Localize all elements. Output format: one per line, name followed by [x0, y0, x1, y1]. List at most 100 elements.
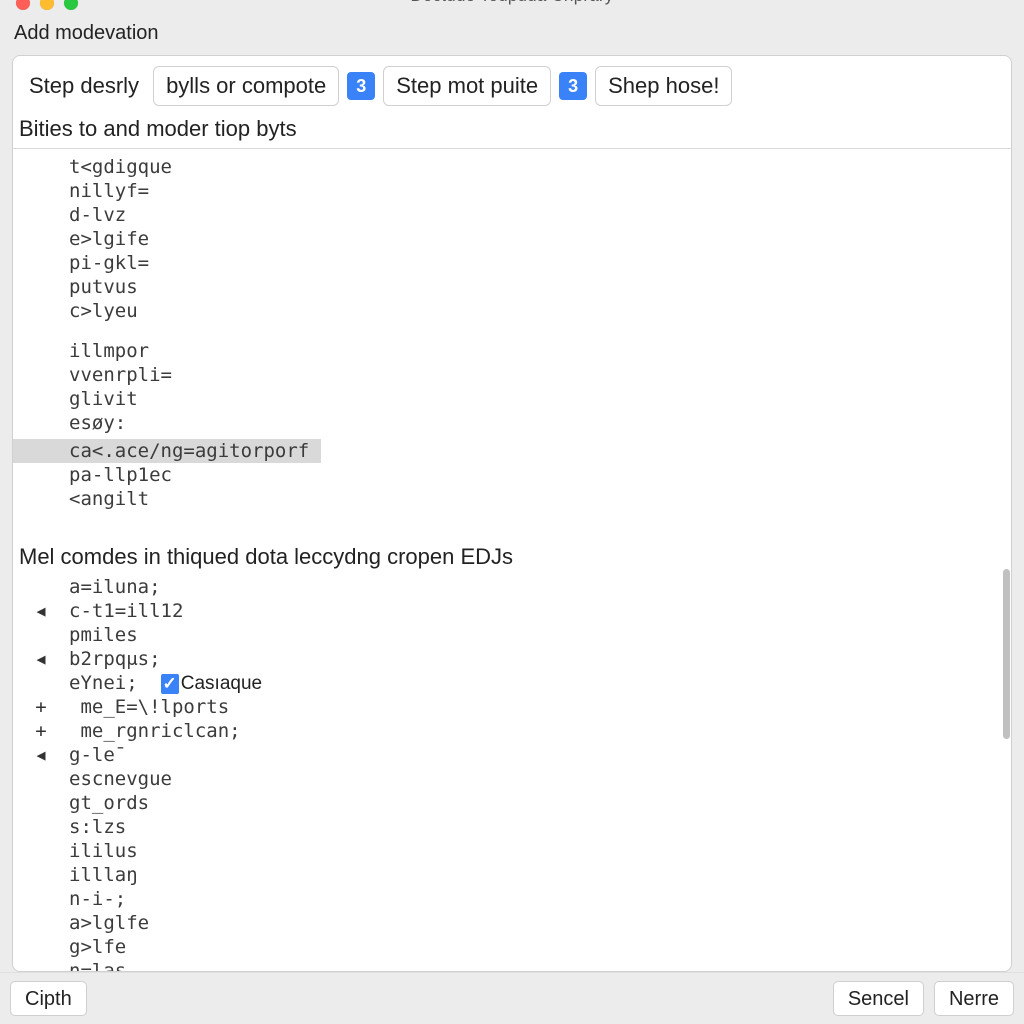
page-subtitle: Add modevation: [0, 14, 1024, 47]
code-line[interactable]: s:lzs: [13, 815, 1011, 839]
code-content: pa-llp1ec: [69, 463, 1011, 487]
step-button-2[interactable]: Step mot puite: [383, 66, 551, 106]
gutter: +: [13, 695, 69, 719]
fold-caret-icon[interactable]: ◀: [36, 647, 45, 671]
code-line[interactable]: ca<.ace/ng=agitorporf: [13, 439, 321, 463]
code-line[interactable]: ililus: [13, 839, 1011, 863]
code-content: illmpor: [69, 339, 1011, 363]
code-content: escnevgue: [69, 767, 1011, 791]
code-content: glivit: [69, 387, 1011, 411]
step-label: Step desrly: [23, 69, 145, 103]
zoom-icon[interactable]: [64, 0, 78, 10]
fold-caret-icon[interactable]: ◀: [36, 599, 45, 623]
code-line[interactable]: pa-llp1ec: [13, 463, 1011, 487]
code-content: t<gdigque: [69, 155, 1011, 179]
code-content: a=iluna;: [69, 575, 1011, 599]
code-line[interactable]: g>lfe: [13, 935, 1011, 959]
code-line[interactable]: illmpor: [13, 339, 1011, 363]
code-line[interactable]: putvus: [13, 275, 1011, 299]
code-line[interactable]: + me_rgnriϲlcan;: [13, 719, 1011, 743]
code-line[interactable]: + me_E=\!lports: [13, 695, 1011, 719]
close-icon[interactable]: [16, 0, 30, 10]
code-line[interactable]: glivit: [13, 387, 1011, 411]
code-content: e>lgife: [69, 227, 1011, 251]
gutter: ◀: [13, 599, 69, 623]
scrollbar-thumb[interactable]: [1003, 569, 1010, 739]
code-content: pi-gkl=: [69, 251, 1011, 275]
code-line[interactable]: ◀ g-le¯: [13, 743, 1011, 767]
diff-add-icon: +: [35, 719, 46, 743]
step-badge-2: 3: [559, 72, 587, 100]
code-line[interactable]: nillyf=: [13, 179, 1011, 203]
code-line[interactable]: e>lgife: [13, 227, 1011, 251]
code-content: vvenrpli=: [69, 363, 1011, 387]
code-line[interactable]: c>lyeu: [13, 299, 1011, 323]
code-content: ililus: [69, 839, 1011, 863]
code-content: g-le¯: [69, 743, 1011, 767]
minimize-icon[interactable]: [40, 0, 54, 10]
code-content: nillyf=: [69, 179, 1011, 203]
footer-left-button[interactable]: Cipth: [10, 981, 87, 1016]
window-title: Doctude Toupuda Criprary: [411, 0, 614, 6]
code-content: n=las: [69, 959, 1011, 971]
window: Doctude Toupuda Criprary Add modevation …: [0, 0, 1024, 1024]
section-1-caption: Bities to and moder tiop byts: [13, 112, 1011, 148]
code-content: ca<.ace/ng=agitorporf: [69, 439, 309, 463]
autocomplete-label: Casıaque: [181, 673, 262, 694]
step-button-3[interactable]: Shep hose!: [595, 66, 732, 106]
next-button[interactable]: Nerre: [934, 981, 1014, 1016]
code-line[interactable]: a>lglfe: [13, 911, 1011, 935]
code-content: me_E=\!lports: [69, 695, 1011, 719]
code-line[interactable]: <angilt: [13, 487, 1011, 511]
diff-add-icon: +: [35, 695, 46, 719]
code-content: pmiles: [69, 623, 1011, 647]
code-content: c-t1=ill12: [69, 599, 1011, 623]
code-line[interactable]: d-lvz: [13, 203, 1011, 227]
section-2-caption: Mel comdes in thiqued dota leccydng crop…: [13, 539, 1011, 575]
fold-caret-icon[interactable]: ◀: [36, 743, 45, 767]
code-content: b2rpqμs;: [69, 647, 1011, 671]
code-line[interactable]: n-i-;: [13, 887, 1011, 911]
step-button-1[interactable]: bylls or compote: [153, 66, 339, 106]
gutter: ◀: [13, 743, 69, 767]
code-line[interactable]: pmiles: [13, 623, 1011, 647]
step-bar: Step desrly bylls or compote 3 Step mot …: [13, 56, 1011, 112]
code-content: d-lvz: [69, 203, 1011, 227]
code-content: eYnei; ✓Casıaque: [69, 671, 1011, 696]
autocomplete-chip[interactable]: ✓: [161, 674, 179, 694]
code-line[interactable]: pi-gkl=: [13, 251, 1011, 275]
blank-line: [13, 511, 1011, 539]
code-content: illlaŋ: [69, 863, 1011, 887]
code-line[interactable]: eYnei; ✓Casıaque: [13, 671, 1011, 695]
code-content: a>lglfe: [69, 911, 1011, 935]
code-line[interactable]: illlaŋ: [13, 863, 1011, 887]
code-area-wrap: t<gdigquenillyf=d-lvze>lgifepi-gkl=putvu…: [13, 148, 1011, 971]
code-line[interactable]: a=iluna;: [13, 575, 1011, 599]
code-area[interactable]: t<gdigquenillyf=d-lvze>lgifepi-gkl=putvu…: [13, 149, 1011, 971]
cancel-button[interactable]: Sencel: [833, 981, 924, 1016]
code-line[interactable]: ◀ c-t1=ill12: [13, 599, 1011, 623]
code-line[interactable]: gt_ords: [13, 791, 1011, 815]
gutter: +: [13, 719, 69, 743]
code-content: putvus: [69, 275, 1011, 299]
code-line[interactable]: n=las: [13, 959, 1011, 971]
blank-line: [13, 323, 1011, 339]
code-content: s:lzs: [69, 815, 1011, 839]
code-content: me_rgnriϲlcan;: [69, 719, 1011, 743]
code-content: esøy:: [69, 411, 1011, 435]
titlebar: Doctude Toupuda Criprary: [0, 0, 1024, 14]
code-line[interactable]: ◀ b2rpqμs;: [13, 647, 1011, 671]
footer: Cipth Sencel Nerre: [0, 972, 1024, 1024]
code-content: g>lfe: [69, 935, 1011, 959]
code-line[interactable]: vvenrpli=: [13, 363, 1011, 387]
code-content: <angilt: [69, 487, 1011, 511]
main-panel: Step desrly bylls or compote 3 Step mot …: [12, 55, 1012, 972]
code-line[interactable]: escnevgue: [13, 767, 1011, 791]
gutter: ◀: [13, 647, 69, 671]
code-line[interactable]: esøy:: [13, 411, 1011, 435]
step-badge-1: 3: [347, 72, 375, 100]
traffic-lights: [16, 0, 78, 10]
code-content: c>lyeu: [69, 299, 1011, 323]
code-line[interactable]: t<gdigque: [13, 155, 1011, 179]
code-content: n-i-;: [69, 887, 1011, 911]
